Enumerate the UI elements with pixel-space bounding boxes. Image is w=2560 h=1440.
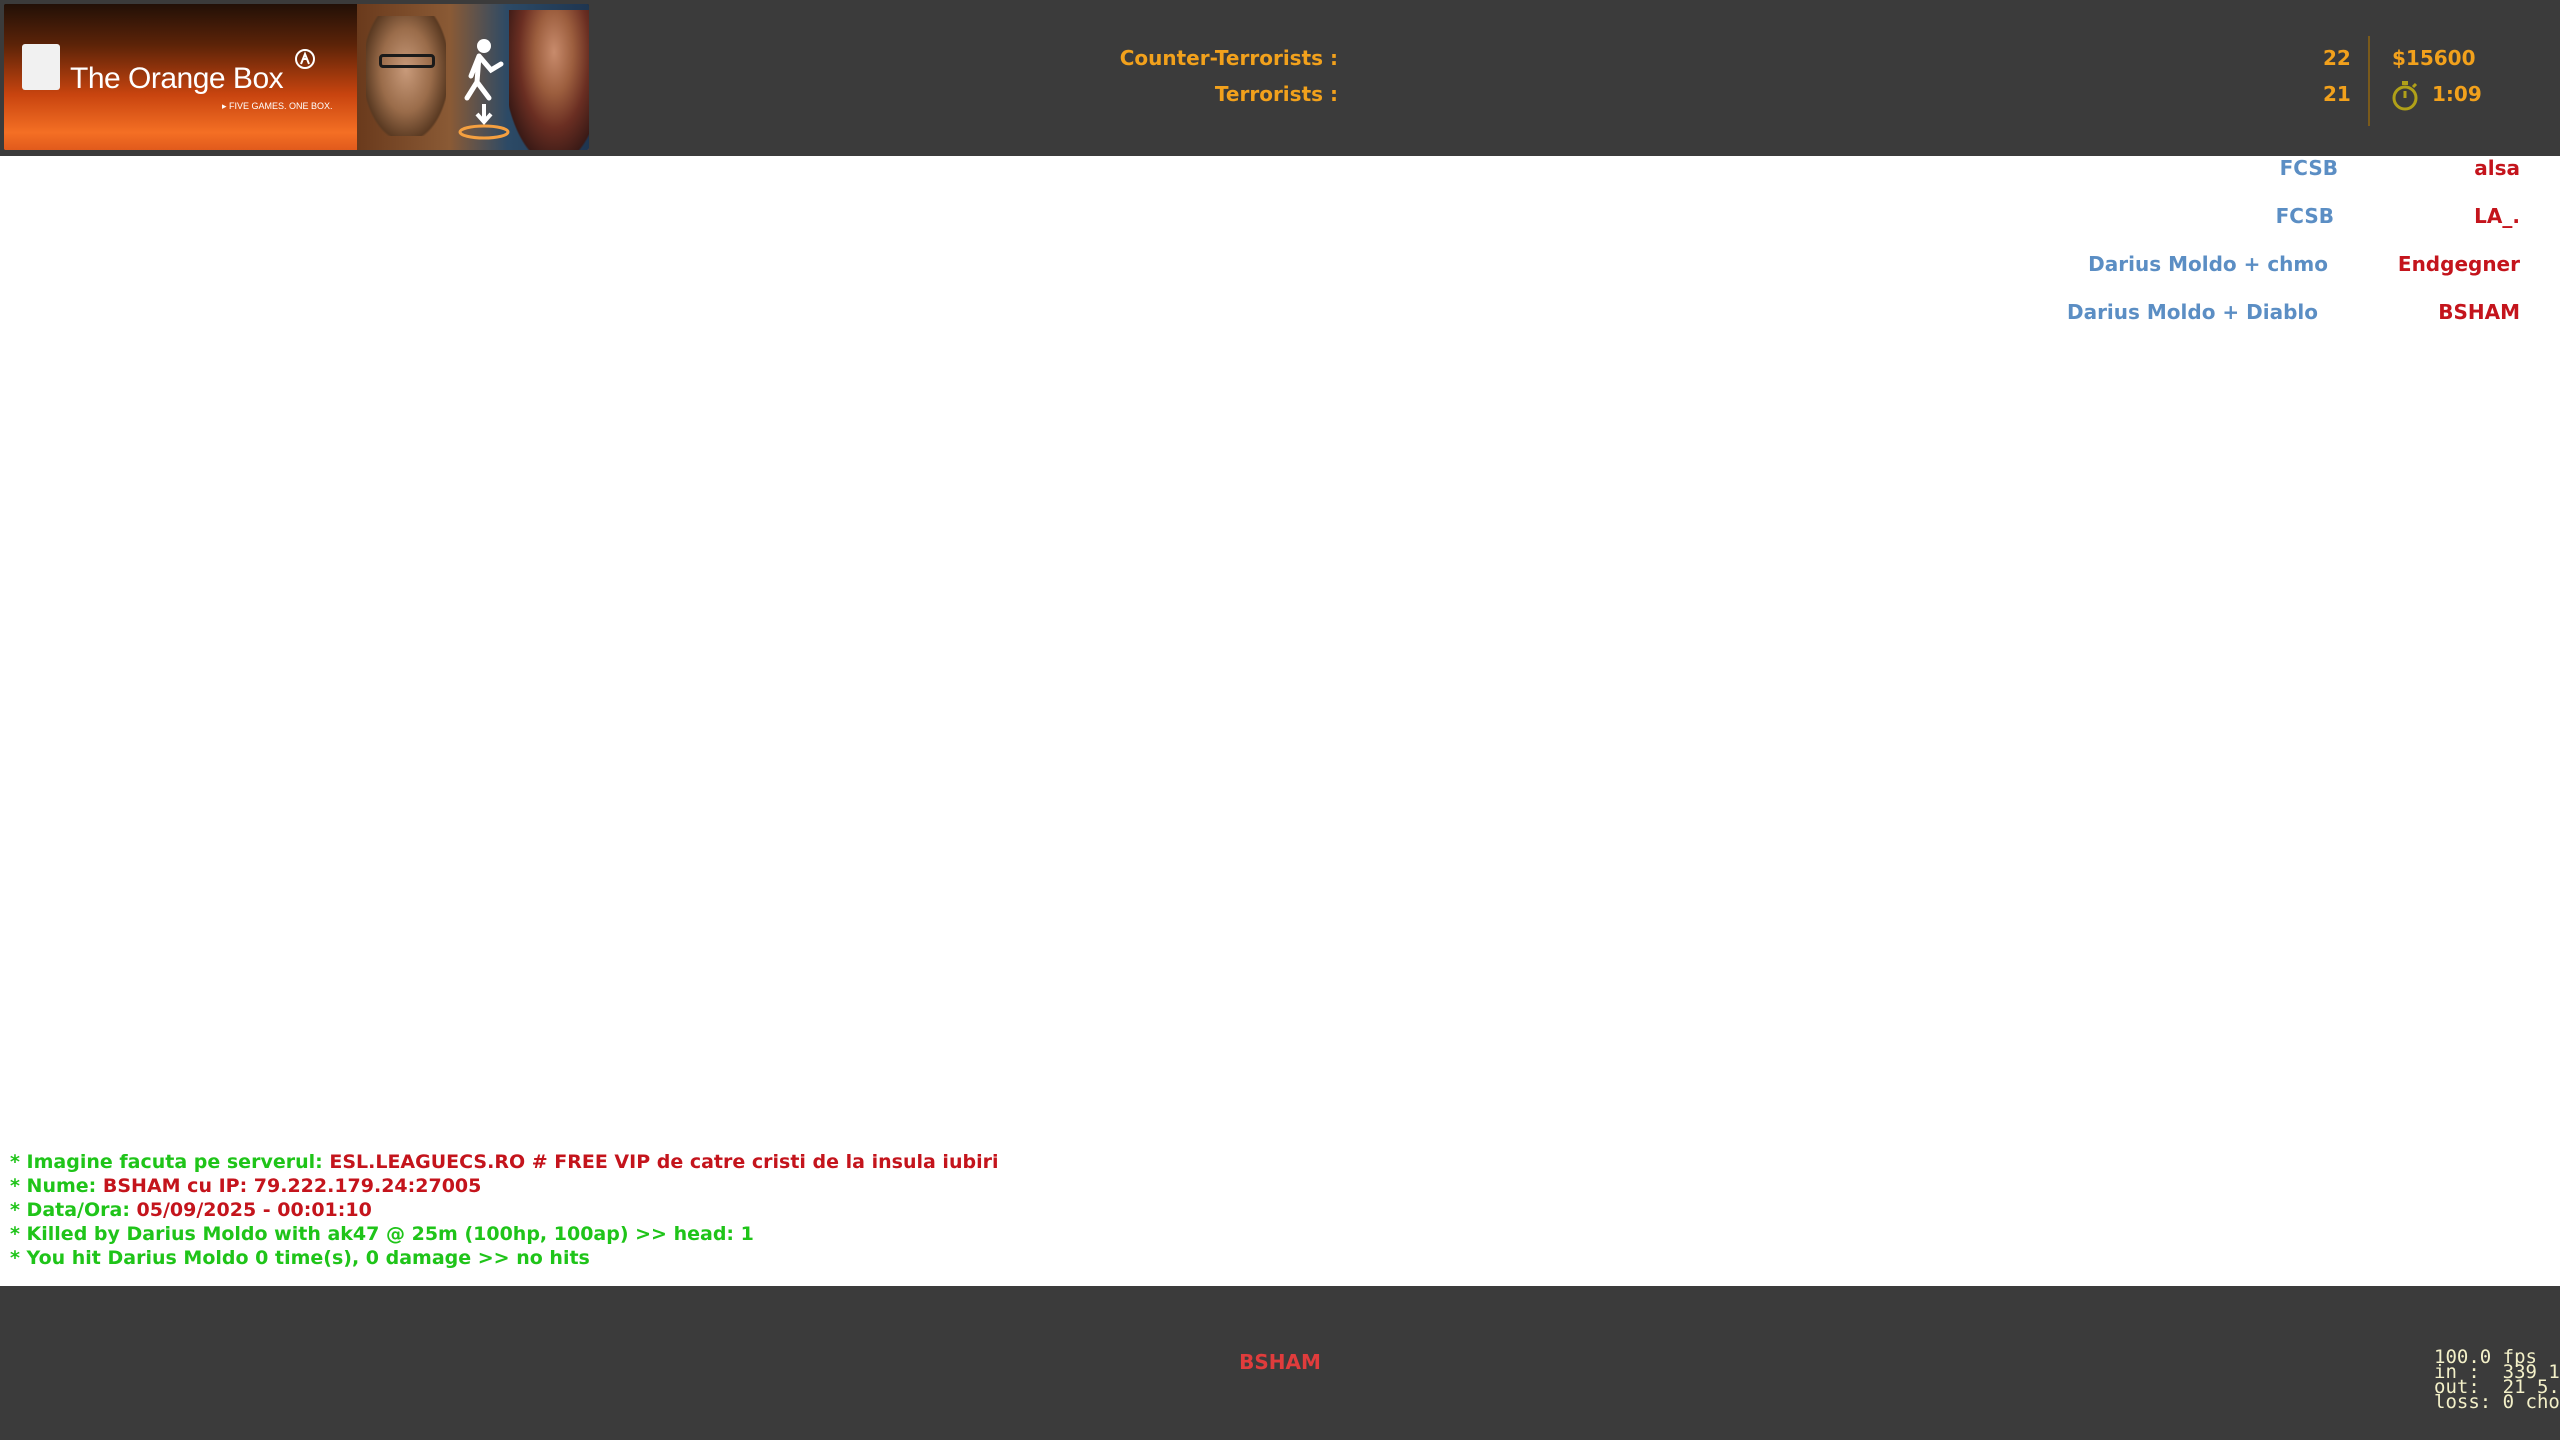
killfeed-row: FCSB LA_. <box>1820 204 2520 230</box>
orange-box-banner: The Orange Box ▸ FIVE GAMES. ONE BOX. <box>4 4 589 150</box>
banner-tagline: ▸ FIVE GAMES. ONE BOX. <box>222 101 333 111</box>
killfeed-row: Darius Moldo + Diablo BSHAM <box>1820 300 2520 326</box>
chat-line-value: BSHAM cu IP: 79.222.179.24:27005 <box>102 1175 482 1197</box>
stopwatch-icon <box>2392 81 2418 111</box>
t-score-value: 21 <box>2323 82 2351 106</box>
chat-line-value: 05/09/2025 - 00:01:10 <box>136 1199 372 1221</box>
gordon-freeman-figure <box>366 16 446 136</box>
killfeed-attacker: FCSB <box>2279 156 2338 180</box>
round-timer: 1:09 <box>2432 82 2482 106</box>
chat-log: * Imagine facuta pe serverul: ESL.LEAGUE… <box>10 1150 998 1270</box>
chat-line: * Data/Ora: 05/09/2025 - 00:01:10 <box>10 1198 998 1222</box>
killfeed-row: Darius Moldo + chmo Endgegner <box>1820 252 2520 278</box>
banner-title: The Orange Box <box>70 62 284 95</box>
chat-line: * You hit Darius Moldo 0 time(s), 0 dama… <box>10 1247 590 1269</box>
t-score-label: Terrorists : <box>1214 82 1338 106</box>
killfeed-victim: alsa <box>2474 156 2520 180</box>
killfeed-victim: LA_. <box>2474 204 2520 228</box>
killfeed-attacker: Darius Moldo + Diablo <box>2066 300 2318 324</box>
netgraph-loss: loss: 0 chok <box>2434 1391 2560 1413</box>
netgraph: 100.0 fps m in : 339 14 out: 21 5.3 loss: 0… <box>2434 1348 2560 1413</box>
killfeed-victim: Endgegner <box>2397 252 2520 276</box>
score-divider <box>2368 36 2370 126</box>
ct-score-label: Counter-Terrorists : <box>1119 46 1338 70</box>
spectated-player-name: BSHAM <box>1239 1350 1321 1374</box>
chat-line: * Imagine facuta pe serverul: ESL.LEAGUE… <box>10 1150 998 1174</box>
heavy-figure <box>509 10 589 150</box>
money-value: $15600 <box>2392 46 2476 70</box>
half-life-lambda-icon <box>295 49 315 69</box>
chat-line: * Nume: BSHAM cu IP: 79.222.179.24:27005 <box>10 1174 998 1198</box>
logo-square-icon <box>22 44 60 90</box>
killfeed-row: FCSB alsa <box>1820 156 2520 182</box>
chat-line-prefix: * Data/Ora: <box>10 1199 137 1221</box>
killfeed-attacker: Darius Moldo + chmo <box>2088 252 2328 276</box>
killfeed-attacker: FCSB <box>2275 204 2334 228</box>
glasses-icon <box>379 54 435 68</box>
chat-line: * Killed by Darius Moldo with ak47 @ 25m… <box>10 1223 754 1245</box>
ct-score-value: 22 <box>2323 46 2351 70</box>
chat-line-value: ESL.LEAGUECS.RO # FREE VIP de catre cris… <box>329 1151 999 1173</box>
chat-line-prefix: * Imagine facuta pe serverul: <box>10 1151 330 1173</box>
chat-line-prefix: * Nume: <box>10 1175 103 1197</box>
killfeed-victim: BSHAM <box>2438 300 2520 324</box>
